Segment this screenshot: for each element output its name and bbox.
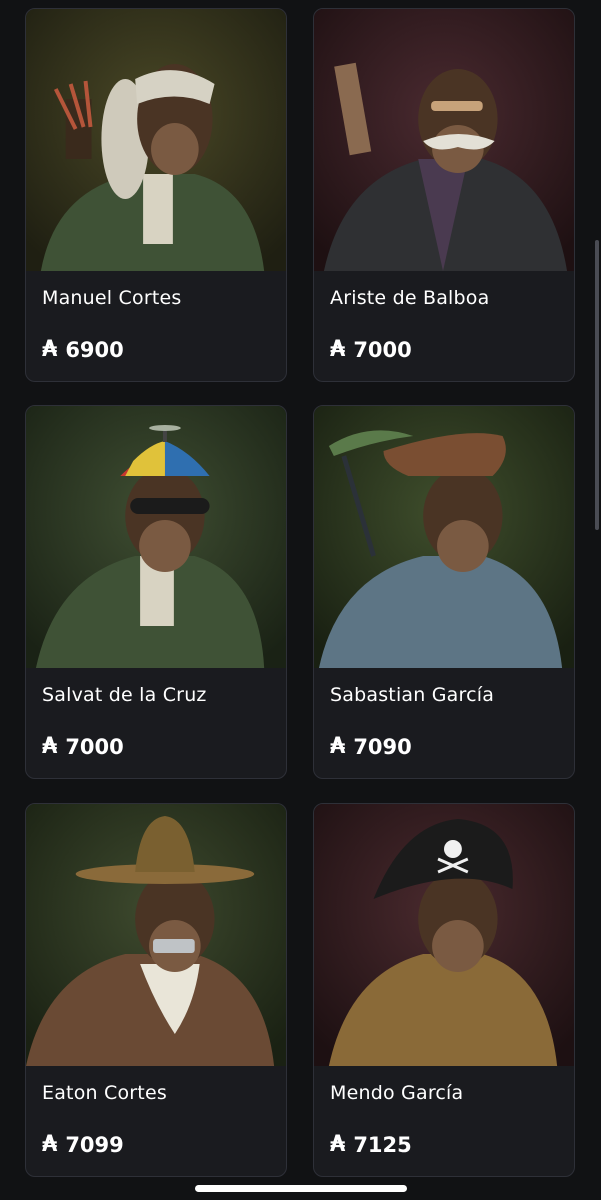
scrollbar[interactable] bbox=[595, 240, 599, 530]
monkey-propeller-cap-portrait-icon bbox=[26, 406, 286, 668]
nft-card[interactable]: Mendo García ₳ 7125 bbox=[313, 803, 575, 1177]
ada-currency-icon: ₳ bbox=[42, 337, 58, 362]
nft-card[interactable]: Manuel Cortes ₳ 6900 bbox=[25, 8, 287, 382]
item-price: ₳ 7090 bbox=[330, 734, 412, 759]
home-indicator[interactable] bbox=[194, 1185, 407, 1192]
item-price: ₳ 7000 bbox=[42, 734, 124, 759]
ada-currency-icon: ₳ bbox=[42, 734, 58, 759]
monkey-sombrero-portrait-icon bbox=[26, 804, 286, 1066]
item-price: ₳ 7125 bbox=[330, 1132, 412, 1157]
monkey-pirate-hat-portrait-icon bbox=[314, 804, 574, 1066]
nft-card[interactable]: Salvat de la Cruz ₳ 7000 bbox=[25, 405, 287, 779]
price-value: 7099 bbox=[65, 1132, 124, 1157]
nft-card[interactable]: Sabastian García ₳ 7090 bbox=[313, 405, 575, 779]
price-value: 7000 bbox=[353, 337, 412, 362]
ada-currency-icon: ₳ bbox=[42, 1132, 58, 1157]
price-value: 7125 bbox=[353, 1132, 412, 1157]
item-name: Mendo García bbox=[330, 1082, 464, 1104]
monkey-mustache-suit-portrait-icon bbox=[314, 9, 574, 271]
item-name: Sabastian García bbox=[330, 684, 495, 706]
item-name: Manuel Cortes bbox=[42, 287, 182, 309]
item-name: Eaton Cortes bbox=[42, 1082, 167, 1104]
price-value: 7090 bbox=[353, 734, 412, 759]
price-value: 7000 bbox=[65, 734, 124, 759]
item-price: ₳ 6900 bbox=[42, 337, 124, 362]
item-price: ₳ 7099 bbox=[42, 1132, 124, 1157]
monkey-wig-quiver-portrait-icon bbox=[26, 9, 286, 271]
ada-currency-icon: ₳ bbox=[330, 337, 346, 362]
item-price: ₳ 7000 bbox=[330, 337, 412, 362]
nft-card[interactable]: Eaton Cortes ₳ 7099 bbox=[25, 803, 287, 1177]
item-name: Salvat de la Cruz bbox=[42, 684, 207, 706]
ada-currency-icon: ₳ bbox=[330, 734, 346, 759]
collection-grid: Manuel Cortes ₳ 6900 Ariste de Balboa ₳ … bbox=[0, 0, 601, 1200]
price-value: 6900 bbox=[65, 337, 124, 362]
item-name: Ariste de Balboa bbox=[330, 287, 490, 309]
ada-currency-icon: ₳ bbox=[330, 1132, 346, 1157]
nft-card[interactable]: Ariste de Balboa ₳ 7000 bbox=[313, 8, 575, 382]
monkey-feather-hat-portrait-icon bbox=[314, 406, 574, 668]
